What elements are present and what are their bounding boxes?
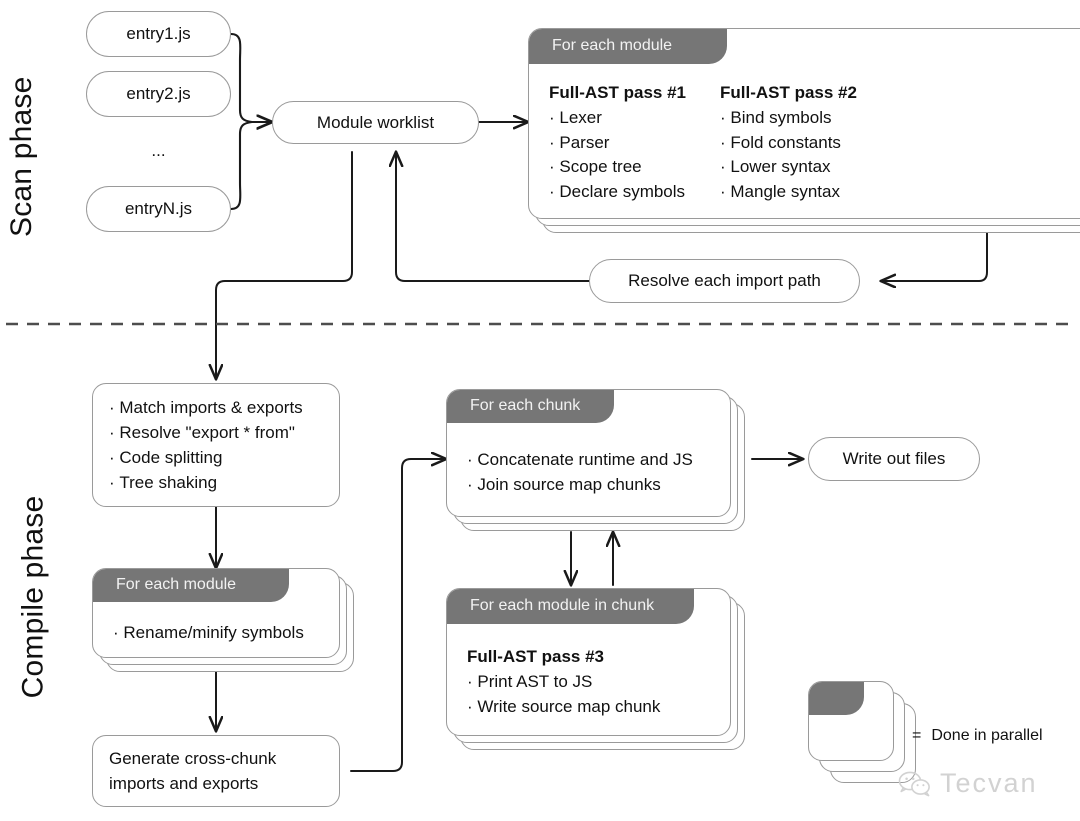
entry-file-n-label: entryN.js: [124, 199, 193, 218]
ast-pass-3-item-0: · Print AST to JS: [467, 671, 593, 691]
for-each-module-card[interactable]: For each module Full-AST pass #1 · Lexer…: [528, 28, 1080, 233]
cross-chunk-lines: Generate cross-chunk imports and exports: [93, 746, 339, 796]
card-body: · Concatenate runtime and JS · Join sour…: [447, 448, 730, 498]
chunk-card-item-0: · Concatenate runtime and JS: [467, 450, 693, 469]
watermark: Tecvan: [898, 768, 1038, 799]
entry-file-2-label: entry2.js: [126, 84, 191, 103]
ast-pass-1-heading: Full-AST pass #1: [549, 83, 686, 102]
entry-file-ellipsis-label: ...: [151, 141, 166, 160]
generate-cross-chunk-card[interactable]: Generate cross-chunk imports and exports: [92, 735, 340, 807]
card-front: For each module · Rename/minify symbols: [92, 568, 340, 658]
for-each-chunk-card[interactable]: For each chunk · Concatenate runtime and…: [446, 389, 752, 534]
card-header-bar: For each module: [529, 29, 727, 64]
card-header-bar: For each module in chunk: [447, 589, 694, 624]
module-worklist-node[interactable]: Module worklist: [272, 101, 479, 144]
card-front: For each module in chunk Full-AST pass #…: [446, 588, 731, 736]
ast-pass-2-item-3: · Mangle syntax: [719, 182, 840, 202]
ast-pass-2-column: Full-AST pass #2 · Bind symbols · Fold c…: [720, 81, 857, 205]
ast-pass-1-item-2: · Scope tree: [549, 157, 642, 177]
card-header-label: For each module: [552, 37, 673, 54]
link-card-item-1: · Resolve "export * from": [109, 422, 295, 442]
card-body: Full-AST pass #1 · Lexer · Parser · Scop…: [529, 81, 1080, 205]
entry-file-n[interactable]: entryN.js: [86, 186, 231, 232]
entry-file-1[interactable]: entry1.js: [86, 11, 231, 57]
rename-minify-card[interactable]: For each module · Rename/minify symbols: [92, 568, 362, 673]
link-card-item-2: · Code splitting: [109, 448, 223, 467]
chunk-card-item-1: · Join source map chunks: [467, 474, 661, 494]
ast-pass-1-item-3: · Declare symbols: [549, 182, 686, 202]
phase-label-compile: Compile phase: [16, 495, 50, 699]
ast-pass-2-item-0: · Bind symbols: [719, 107, 832, 127]
card-header-bar: For each chunk: [447, 390, 614, 423]
write-out-files-node[interactable]: Write out files: [808, 437, 980, 481]
link-card-items: · Match imports & exports · Resolve "exp…: [93, 395, 339, 496]
legend-equals-sign: =: [912, 727, 922, 744]
entry-file-1-label: entry1.js: [126, 24, 191, 43]
legend-header-corner: [809, 682, 864, 715]
watermark-text: Tecvan: [940, 768, 1038, 798]
card-header-label: For each module: [116, 576, 237, 593]
for-each-module-in-chunk-card[interactable]: For each module in chunk Full-AST pass #…: [446, 588, 752, 753]
ast-pass-1-column: Full-AST pass #1 · Lexer · Parser · Scop…: [549, 81, 686, 205]
cross-chunk-line-2: imports and exports: [109, 774, 259, 793]
rename-card-item-0: · Rename/minify symbols: [113, 623, 304, 642]
ast-pass-2-heading: Full-AST pass #2: [719, 83, 857, 102]
ast-pass-1-item-1: · Parser: [549, 132, 610, 152]
module-worklist-label: Module worklist: [316, 112, 435, 132]
legend-sheet-1: [808, 681, 894, 761]
link-card-item-0: · Match imports & exports: [109, 397, 303, 417]
resolve-import-path-label: Resolve each import path: [628, 271, 821, 290]
resolve-import-path-node[interactable]: Resolve each import path: [589, 259, 860, 303]
wechat-icon: [898, 771, 932, 797]
card-header-bar: For each module: [93, 569, 289, 602]
card-body: Full-AST pass #3 · Print AST to JS · Wri…: [447, 645, 730, 719]
ast-pass-2-item-2: · Lower syntax: [719, 157, 831, 177]
ast-pass-1-item-0: · Lexer: [549, 107, 602, 127]
card-header-label: For each chunk: [470, 397, 581, 414]
card-body: · Rename/minify symbols: [93, 621, 339, 646]
phase-label-scan: Scan phase: [5, 76, 38, 237]
diagram-canvas: Scan phase Compile phase entry1.js entry…: [0, 0, 1080, 821]
card-front: For each module Full-AST pass #1 · Lexer…: [528, 28, 1080, 219]
ast-pass-3-item-1: · Write source map chunk: [467, 696, 661, 716]
legend-label: Done in parallel: [931, 727, 1043, 744]
entry-file-ellipsis: ...: [86, 131, 231, 171]
card-header-label: For each module in chunk: [470, 597, 655, 614]
entry-file-2[interactable]: entry2.js: [86, 71, 231, 117]
card-front: For each chunk · Concatenate runtime and…: [446, 389, 731, 517]
write-out-files-label: Write out files: [842, 449, 946, 468]
parallel-legend-text: = Done in parallel: [912, 727, 1043, 745]
link-card-item-3: · Tree shaking: [109, 473, 218, 493]
ast-pass-3-heading: Full-AST pass #3: [467, 647, 604, 666]
ast-pass-2-item-1: · Fold constants: [719, 132, 841, 152]
cross-chunk-line-1: Generate cross-chunk: [109, 748, 277, 768]
link-card[interactable]: · Match imports & exports · Resolve "exp…: [92, 383, 340, 507]
